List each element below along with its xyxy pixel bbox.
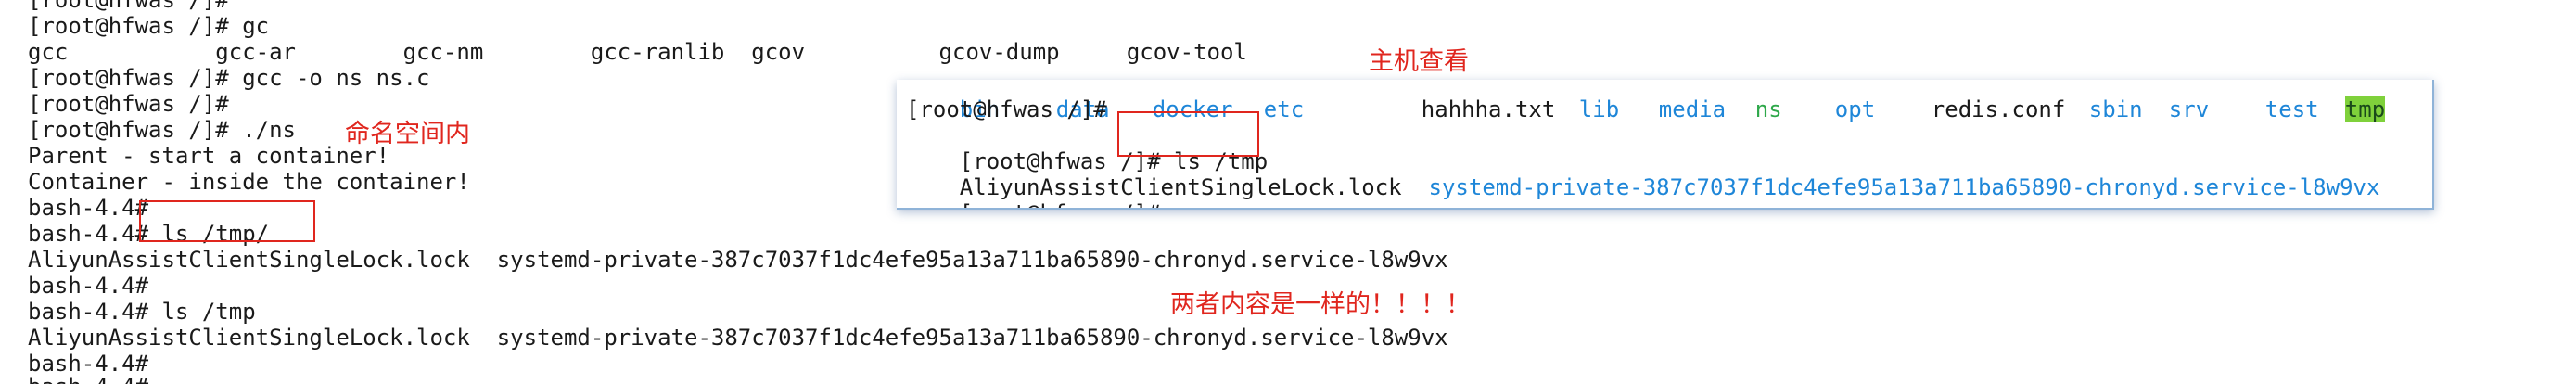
host-final-prompt-line[interactable]: [root@hfwas /]#: [906, 174, 1185, 208]
namespace-annotation: 命名空间内: [345, 120, 470, 148]
ls-item-dir: lib: [1578, 96, 1620, 122]
ls-item-tmp: tmp: [2344, 96, 2386, 122]
terminal-line: [root@hfwas /]# gc: [28, 13, 270, 39]
ls-item-dir: test: [2264, 96, 2319, 122]
terminal-line: Container - inside the container!: [28, 169, 470, 195]
terminal-line: AliyunAssistClientSingleLock.lock system…: [28, 325, 1448, 351]
host-final-prompt: [root@hfwas /]#: [960, 200, 1161, 208]
terminal-line: AliyunAssistClientSingleLock.lock system…: [28, 247, 1448, 273]
terminal-line: bash-4.4#: [28, 273, 149, 299]
ls-item-file: hahhha.txt: [1421, 96, 1556, 122]
terminal-line: gcc gcc-ar gcc-nm gcc-ranlib gcov gcov-d…: [28, 39, 1247, 65]
ls-item-exec: ns: [1754, 96, 1782, 122]
terminal-line: bash-4.4#: [28, 195, 149, 221]
ls-item-dir: sbin: [2088, 96, 2143, 122]
terminal-line: [root@hfwas /]# ./ns: [28, 117, 296, 143]
terminal-line: bash-4.4#: [28, 351, 149, 377]
host-annotation: 主机查看: [1369, 47, 1469, 76]
output-systemd-dir: systemd-private-387c7037f1dc4efe95a13a71…: [1428, 174, 2380, 200]
namespace-command-highlight: [139, 200, 315, 242]
terminal-line: [root@hfwas /]# gcc -o ns ns.c: [28, 65, 430, 91]
ls-item-file: redis.conf: [1931, 96, 2066, 122]
ls-item-dir: media: [1658, 96, 1727, 122]
terminal-line: [root@hfwas /]#: [28, 0, 229, 13]
terminal-line: bash-4.4#: [28, 374, 148, 384]
terminal-line: Parent - start a container!: [28, 143, 390, 169]
terminal-line: [root@hfwas /]#: [28, 91, 229, 117]
host-prompt-line: [root@hfwas /]#: [906, 96, 1107, 122]
same-content-annotation: 两者内容是一样的！！！！: [1170, 290, 1471, 319]
ls-item-dir: srv: [2168, 96, 2210, 122]
ls-item-dir: etc: [1263, 96, 1305, 122]
host-command-highlight: [1117, 111, 1259, 157]
terminal-line: bash-4.4# ls /tmp: [28, 299, 256, 325]
ls-item-dir: opt: [1834, 96, 1876, 122]
